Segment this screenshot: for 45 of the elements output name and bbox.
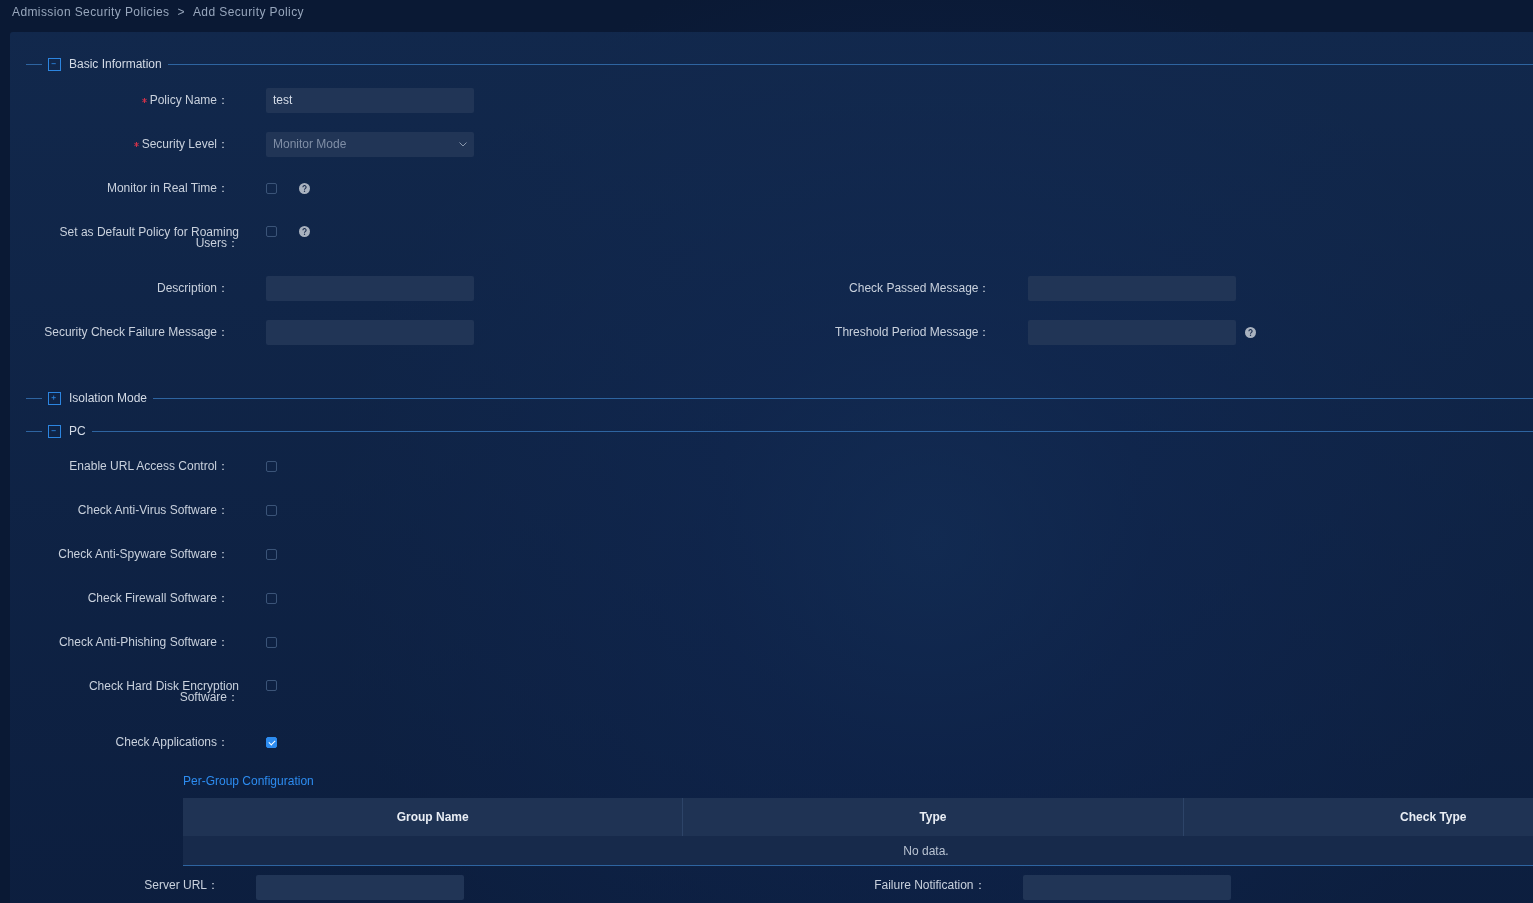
checkbox[interactable] xyxy=(266,636,277,648)
checkbox[interactable] xyxy=(266,680,277,691)
section-title: Isolation Mode xyxy=(69,391,148,405)
breadcrumb-separator: > xyxy=(177,5,185,19)
section-title: Basic Information xyxy=(69,57,162,71)
per-group-configuration-link[interactable]: Per-Group Configuration xyxy=(183,774,314,790)
help-icon[interactable] xyxy=(299,226,310,237)
checkbox[interactable] xyxy=(266,226,277,237)
field-label: Security Level： xyxy=(10,138,229,150)
text-field[interactable] xyxy=(256,875,464,900)
caret-icon xyxy=(459,141,467,147)
help-icon[interactable] xyxy=(299,182,310,194)
collapse-icon[interactable] xyxy=(48,57,61,71)
field-label: Server URL： xyxy=(143,877,219,891)
select-field[interactable]: Monitor Mode xyxy=(266,131,474,157)
help-icon[interactable] xyxy=(1244,326,1256,338)
breadcrumb-item[interactable]: Admission Security Policies xyxy=(12,5,170,19)
checkbox[interactable] xyxy=(266,504,277,516)
collapse-icon[interactable] xyxy=(48,424,61,438)
checkbox[interactable] xyxy=(266,548,277,560)
field-label: Check Anti-Phishing Software： xyxy=(57,636,229,648)
field-label: Check Hard Disk Encryption Software： xyxy=(87,681,239,703)
expand-icon[interactable] xyxy=(48,391,61,405)
checkbox[interactable] xyxy=(266,736,277,748)
field-label: Description： xyxy=(155,282,229,294)
field-label: Check Passed Message： xyxy=(848,282,991,294)
section-title: PC xyxy=(69,424,86,438)
field-label: Check Anti-Spyware Software： xyxy=(57,548,229,560)
breadcrumb-item: Add Security Policy xyxy=(192,5,304,19)
checkbox[interactable] xyxy=(266,182,277,194)
field-label: Security Check Failure Message： xyxy=(43,326,229,338)
field-label: Policy Name： xyxy=(10,94,229,106)
field-label: Threshold Period Message： xyxy=(834,326,991,338)
field-label: Failure Notification： xyxy=(873,877,986,891)
field-label: Monitor in Real Time： xyxy=(105,182,229,194)
field-label: Check Applications： xyxy=(114,736,229,748)
checkbox[interactable] xyxy=(266,460,277,472)
field-label: Check Firewall Software： xyxy=(86,592,229,604)
column-header: Group Name xyxy=(395,809,470,826)
field-label: Set as Default Policy for Roaming Users： xyxy=(58,227,239,249)
text-field[interactable]: test xyxy=(266,87,474,113)
field-label: Enable URL Access Control： xyxy=(68,460,229,472)
checkbox[interactable] xyxy=(266,592,277,604)
empty-message: No data. xyxy=(903,843,949,858)
field-label: Check Anti-Virus Software： xyxy=(76,504,229,516)
